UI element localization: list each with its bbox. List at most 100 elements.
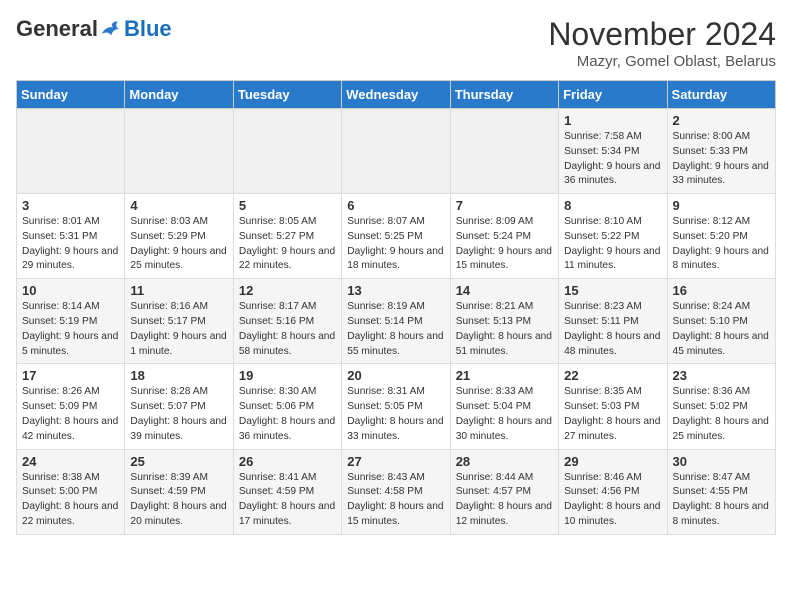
day-info: Sunrise: 8:16 AM Sunset: 5:17 PM Dayligh… [130, 300, 227, 359]
day-info: Sunrise: 8:36 AM Sunset: 5:02 PM Dayligh… [673, 385, 770, 444]
calendar-cell: 17 Sunrise: 8:26 AM Sunset: 5:09 PM Dayli… [17, 364, 125, 449]
calendar-cell [125, 109, 233, 194]
calendar-cell: 11Sunrise: 8:16 AM Sunset: 5:17 PM Dayli… [125, 279, 233, 364]
calendar-cell: 7 Sunrise: 8:09 AM Sunset: 5:24 PM Daylig… [450, 194, 558, 279]
day-number: 1 [564, 113, 661, 128]
day-info: Sunrise: 8:47 AM Sunset: 4:55 PM Dayligh… [673, 471, 770, 530]
header-wednesday: Wednesday [342, 81, 450, 109]
day-info: Sunrise: 8:07 AM Sunset: 5:25 PM Dayligh… [347, 215, 444, 274]
day-info: Sunrise: 8:17 AM Sunset: 5:16 PM Dayligh… [239, 300, 336, 359]
day-info: Sunrise: 8:05 AM Sunset: 5:27 PM Dayligh… [239, 215, 336, 274]
calendar-cell: 10 Sunrise: 8:14 AM Sunset: 5:19 PM Dayli… [17, 279, 125, 364]
calendar-week-5: 24Sunrise: 8:38 AM Sunset: 5:00 PM Dayli… [17, 449, 776, 534]
day-number: 29 [564, 454, 661, 469]
day-number: 22 [564, 368, 661, 383]
day-info: Sunrise: 8:24 AM Sunset: 5:10 PM Dayligh… [673, 300, 770, 359]
page-header: General Blue November 2024 Mazyr, Gomel … [16, 16, 776, 70]
day-number: 2 [673, 113, 770, 128]
day-number: 16 [673, 283, 770, 298]
day-number: 9 [673, 198, 770, 213]
header-thursday: Thursday [450, 81, 558, 109]
day-info: Sunrise: 8:26 AM Sunset: 5:09 PM Dayligh… [22, 385, 119, 444]
calendar-cell [233, 109, 341, 194]
day-info: Sunrise: 8:46 AM Sunset: 4:56 PM Dayligh… [564, 471, 661, 530]
day-info: Sunrise: 8:19 AM Sunset: 5:14 PM Dayligh… [347, 300, 444, 359]
calendar-cell: 14Sunrise: 8:21 AM Sunset: 5:13 PM Dayli… [450, 279, 558, 364]
day-info: Sunrise: 8:14 AM Sunset: 5:19 PM Dayligh… [22, 300, 119, 359]
calendar-cell: 15 Sunrise: 8:23 AM Sunset: 5:11 PM Dayli… [559, 279, 667, 364]
calendar-cell: 21Sunrise: 8:33 AM Sunset: 5:04 PM Dayli… [450, 364, 558, 449]
day-info: Sunrise: 8:23 AM Sunset: 5:11 PM Dayligh… [564, 300, 661, 359]
day-number: 17 [22, 368, 119, 383]
calendar-cell: 28 Sunrise: 8:44 AM Sunset: 4:57 PM Dayli… [450, 449, 558, 534]
calendar-cell: 25 Sunrise: 8:39 AM Sunset: 4:59 PM Dayli… [125, 449, 233, 534]
calendar-cell: 27 Sunrise: 8:43 AM Sunset: 4:58 PM Dayli… [342, 449, 450, 534]
calendar-cell: 23Sunrise: 8:36 AM Sunset: 5:02 PM Dayli… [667, 364, 775, 449]
day-number: 4 [130, 198, 227, 213]
calendar-cell: 2 Sunrise: 8:00 AM Sunset: 5:33 PM Daylig… [667, 109, 775, 194]
calendar-cell: 4 Sunrise: 8:03 AM Sunset: 5:29 PM Daylig… [125, 194, 233, 279]
calendar-cell [342, 109, 450, 194]
logo-general-text: General [16, 16, 98, 42]
day-number: 15 [564, 283, 661, 298]
day-number: 27 [347, 454, 444, 469]
calendar-cell: 20 Sunrise: 8:31 AM Sunset: 5:05 PM Dayli… [342, 364, 450, 449]
calendar-week-4: 17 Sunrise: 8:26 AM Sunset: 5:09 PM Dayli… [17, 364, 776, 449]
calendar-cell: 3 Sunrise: 8:01 AM Sunset: 5:31 PM Daylig… [17, 194, 125, 279]
day-info: Sunrise: 8:00 AM Sunset: 5:33 PM Dayligh… [673, 130, 770, 189]
calendar-cell: 26 Sunrise: 8:41 AM Sunset: 4:59 PM Dayli… [233, 449, 341, 534]
day-number: 3 [22, 198, 119, 213]
calendar-week-1: 1 Sunrise: 7:58 AM Sunset: 5:34 PM Daylig… [17, 109, 776, 194]
calendar-cell: 13Sunrise: 8:19 AM Sunset: 5:14 PM Dayli… [342, 279, 450, 364]
day-number: 30 [673, 454, 770, 469]
calendar-cell: 30 Sunrise: 8:47 AM Sunset: 4:55 PM Dayli… [667, 449, 775, 534]
calendar-table: SundayMondayTuesdayWednesdayThursdayFrid… [16, 80, 776, 535]
day-number: 19 [239, 368, 336, 383]
day-info: Sunrise: 8:12 AM Sunset: 5:20 PM Dayligh… [673, 215, 770, 274]
calendar-cell: 22Sunrise: 8:35 AM Sunset: 5:03 PM Dayli… [559, 364, 667, 449]
logo-bird-icon [100, 19, 124, 39]
calendar-cell [17, 109, 125, 194]
logo-blue-text: Blue [124, 16, 172, 42]
day-info: Sunrise: 8:28 AM Sunset: 5:07 PM Dayligh… [130, 385, 227, 444]
day-number: 6 [347, 198, 444, 213]
calendar-header-row: SundayMondayTuesdayWednesdayThursdayFrid… [17, 81, 776, 109]
calendar-week-2: 3 Sunrise: 8:01 AM Sunset: 5:31 PM Daylig… [17, 194, 776, 279]
day-number: 8 [564, 198, 661, 213]
header-friday: Friday [559, 81, 667, 109]
day-number: 10 [22, 283, 119, 298]
day-info: Sunrise: 8:39 AM Sunset: 4:59 PM Dayligh… [130, 471, 227, 530]
day-number: 7 [456, 198, 553, 213]
day-number: 14 [456, 283, 553, 298]
logo: General Blue [16, 16, 172, 42]
calendar-cell: 8 Sunrise: 8:10 AM Sunset: 5:22 PM Daylig… [559, 194, 667, 279]
calendar-cell: 29 Sunrise: 8:46 AM Sunset: 4:56 PM Dayli… [559, 449, 667, 534]
day-info: Sunrise: 8:09 AM Sunset: 5:24 PM Dayligh… [456, 215, 553, 274]
calendar-cell: 5Sunrise: 8:05 AM Sunset: 5:27 PM Daylig… [233, 194, 341, 279]
calendar-cell: 24Sunrise: 8:38 AM Sunset: 5:00 PM Dayli… [17, 449, 125, 534]
calendar-cell: 9 Sunrise: 8:12 AM Sunset: 5:20 PM Daylig… [667, 194, 775, 279]
day-info: Sunrise: 8:30 AM Sunset: 5:06 PM Dayligh… [239, 385, 336, 444]
day-info: Sunrise: 8:43 AM Sunset: 4:58 PM Dayligh… [347, 471, 444, 530]
header-monday: Monday [125, 81, 233, 109]
calendar-cell [450, 109, 558, 194]
title-area: November 2024 Mazyr, Gomel Oblast, Belar… [548, 16, 776, 70]
day-number: 25 [130, 454, 227, 469]
calendar-week-3: 10 Sunrise: 8:14 AM Sunset: 5:19 PM Dayli… [17, 279, 776, 364]
day-number: 12 [239, 283, 336, 298]
day-number: 28 [456, 454, 553, 469]
month-title: November 2024 [548, 16, 776, 53]
day-number: 20 [347, 368, 444, 383]
day-info: Sunrise: 8:44 AM Sunset: 4:57 PM Dayligh… [456, 471, 553, 530]
header-sunday: Sunday [17, 81, 125, 109]
day-info: Sunrise: 7:58 AM Sunset: 5:34 PM Dayligh… [564, 130, 661, 189]
calendar-cell: 6 Sunrise: 8:07 AM Sunset: 5:25 PM Daylig… [342, 194, 450, 279]
day-info: Sunrise: 8:31 AM Sunset: 5:05 PM Dayligh… [347, 385, 444, 444]
day-info: Sunrise: 8:03 AM Sunset: 5:29 PM Dayligh… [130, 215, 227, 274]
calendar-cell: 18Sunrise: 8:28 AM Sunset: 5:07 PM Dayli… [125, 364, 233, 449]
day-info: Sunrise: 8:10 AM Sunset: 5:22 PM Dayligh… [564, 215, 661, 274]
calendar-cell: 1 Sunrise: 7:58 AM Sunset: 5:34 PM Daylig… [559, 109, 667, 194]
day-number: 26 [239, 454, 336, 469]
day-info: Sunrise: 8:41 AM Sunset: 4:59 PM Dayligh… [239, 471, 336, 530]
day-info: Sunrise: 8:01 AM Sunset: 5:31 PM Dayligh… [22, 215, 119, 274]
